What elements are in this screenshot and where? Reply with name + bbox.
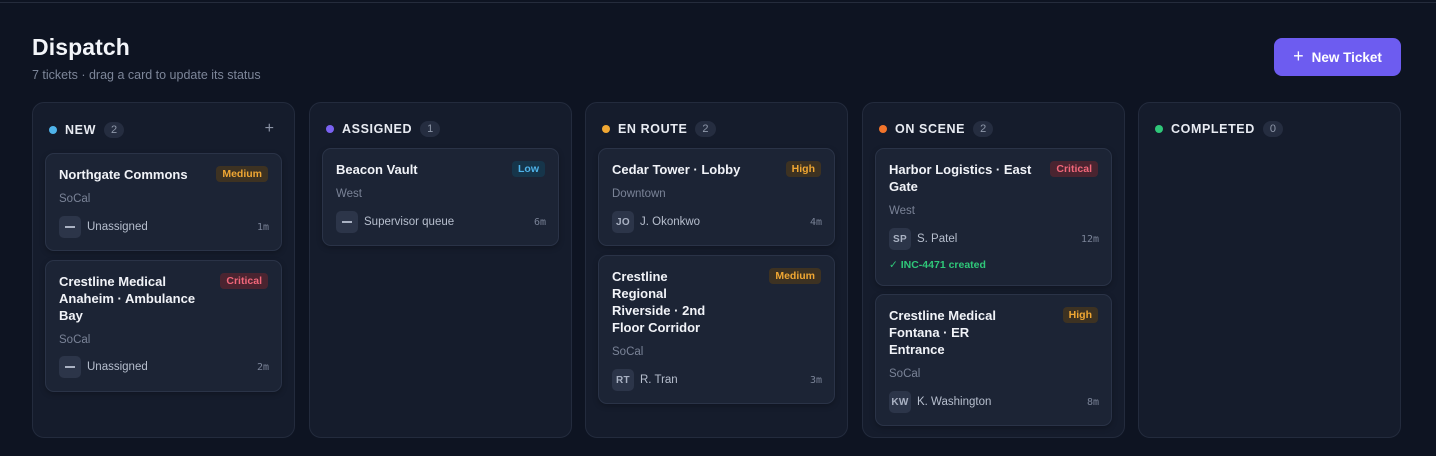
priority-badge: Medium — [216, 166, 268, 182]
ticket-age: 12m — [1080, 233, 1099, 245]
column-title: ON SCENE — [895, 122, 966, 136]
priority-badge: Medium — [769, 268, 821, 284]
column-header: ASSIGNED 1 — [326, 121, 441, 137]
top-divider — [0, 2, 1436, 3]
column-header: EN ROUTE 2 — [602, 121, 716, 137]
ticket-title: Harbor Logistics · East Gate — [889, 162, 1032, 194]
new-ticket-label: New Ticket — [1311, 49, 1382, 65]
column-title: COMPLETED — [1171, 122, 1255, 136]
ticket-footer: Unassigned 1m — [59, 216, 269, 238]
ticket-footer: SP S. Patel 12m — [889, 228, 1099, 250]
column-header: NEW 2 — [49, 122, 125, 138]
ticket-age: 6m — [533, 216, 546, 228]
avatar: KW — [889, 391, 911, 413]
status-dot — [1155, 125, 1163, 133]
ticket-footer: Supervisor queue 6m — [336, 211, 546, 233]
page-subtitle: 7 tickets · drag a card to update its st… — [32, 68, 261, 82]
count-badge: 1 — [420, 121, 441, 137]
priority-badge: High — [785, 161, 821, 177]
status-dot — [49, 126, 57, 134]
page-title: Dispatch — [32, 34, 130, 60]
count-badge: 2 — [695, 121, 716, 137]
incident-created-status: ✓ INC-4471 created — [889, 259, 986, 271]
assignee-name: R. Tran — [640, 374, 678, 386]
ticket-age: 3m — [809, 374, 822, 386]
column-header: COMPLETED 0 — [1155, 121, 1283, 137]
assignee-name: Unassigned — [87, 221, 148, 233]
ticket-footer: KW K. Washington 8m — [889, 391, 1099, 413]
ticket-footer: JO J. Okonkwo 4m — [612, 211, 822, 233]
ticket-card[interactable]: Harbor Logistics · East Gate Critical We… — [875, 148, 1112, 286]
column-title: EN ROUTE — [618, 122, 688, 136]
assignee-name: S. Patel — [917, 233, 958, 245]
add-card-icon[interactable]: + — [265, 121, 274, 137]
ticket-title: Cedar Tower · Lobby — [612, 162, 741, 177]
count-badge: 2 — [973, 121, 994, 137]
avatar — [59, 356, 81, 378]
ticket-region: SoCal — [59, 193, 91, 205]
assignee-name: Unassigned — [87, 361, 148, 373]
priority-badge: Critical — [1050, 161, 1098, 177]
column-on-scene[interactable]: ON SCENE 2 Harbor Logistics · East Gate … — [862, 102, 1125, 438]
ticket-card[interactable]: Cedar Tower · Lobby High Downtown JO J. … — [598, 148, 835, 246]
avatar: RT — [612, 369, 634, 391]
ticket-region: SoCal — [59, 334, 91, 346]
avatar: SP — [889, 228, 911, 250]
ticket-footer: Unassigned 2m — [59, 356, 269, 378]
assignee-name: J. Okonkwo — [640, 216, 701, 228]
priority-badge: Critical — [220, 273, 268, 289]
page-header: Dispatch 7 tickets · drag a card to upda… — [32, 34, 261, 82]
count-badge: 2 — [103, 122, 125, 138]
column-header: ON SCENE 2 — [879, 121, 994, 137]
ticket-title: Beacon Vault — [336, 162, 418, 177]
assignee-name: Supervisor queue — [364, 216, 455, 228]
ticket-title: Crestline Medical Anaheim · Ambulance Ba… — [59, 274, 196, 323]
ticket-card[interactable]: Beacon Vault Low West Supervisor queue 6… — [322, 148, 559, 246]
ticket-card[interactable]: Crestline Regional Riverside · 2nd Floor… — [598, 255, 835, 404]
new-ticket-button[interactable]: + New Ticket — [1274, 38, 1401, 76]
ticket-region: West — [336, 188, 362, 200]
ticket-region: Downtown — [612, 188, 666, 200]
ticket-card[interactable]: Northgate Commons Medium SoCal Unassigne… — [45, 153, 282, 251]
assignee-name: K. Washington — [917, 396, 992, 408]
column-title: ASSIGNED — [342, 122, 413, 136]
ticket-age: 4m — [809, 216, 822, 228]
ticket-card[interactable]: Crestline Medical Anaheim · Ambulance Ba… — [45, 260, 282, 392]
ticket-region: SoCal — [612, 346, 644, 358]
column-assigned[interactable]: ASSIGNED 1 Beacon Vault Low West Supervi… — [309, 102, 572, 438]
ticket-age: 1m — [256, 221, 269, 233]
ticket-region: SoCal — [889, 368, 921, 380]
ticket-title: Crestline Medical Fontana · ER Entrance — [889, 308, 996, 357]
status-dot — [326, 125, 334, 133]
column-en-route[interactable]: EN ROUTE 2 Cedar Tower · Lobby High Down… — [585, 102, 848, 438]
avatar — [59, 216, 81, 238]
ticket-title: Northgate Commons — [59, 167, 188, 182]
status-dot — [879, 125, 887, 133]
priority-badge: Low — [512, 161, 545, 177]
count-badge: 0 — [1262, 121, 1283, 137]
plus-icon: + — [1293, 46, 1304, 66]
ticket-age: 2m — [256, 361, 269, 373]
avatar: JO — [612, 211, 634, 233]
ticket-card[interactable]: Crestline Medical Fontana · ER Entrance … — [875, 294, 1112, 426]
column-new[interactable]: NEW 2 + Northgate Commons Medium SoCal U… — [32, 102, 295, 438]
ticket-age: 8m — [1086, 396, 1099, 408]
column-title: NEW — [65, 123, 96, 137]
ticket-title: Crestline Regional Riverside · 2nd Floor… — [612, 269, 706, 335]
priority-badge: High — [1062, 307, 1098, 323]
column-completed[interactable]: COMPLETED 0 — [1138, 102, 1401, 438]
ticket-region: West — [889, 205, 915, 217]
status-dot — [602, 125, 610, 133]
ticket-footer: RT R. Tran 3m — [612, 369, 822, 391]
avatar — [336, 211, 358, 233]
